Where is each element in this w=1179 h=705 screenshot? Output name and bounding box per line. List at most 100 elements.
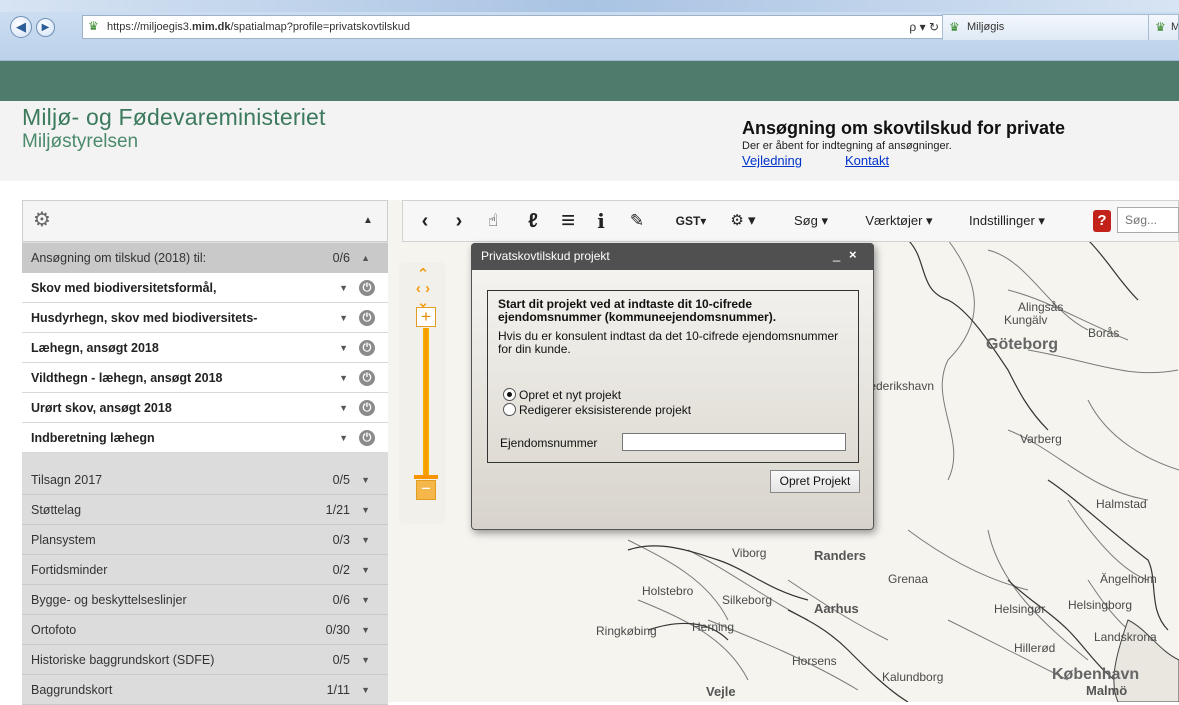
layer-item[interactable]: Vildthegn - læhegn, ansøgt 2018 ▼ ⏻ (22, 363, 388, 393)
radio-new-project[interactable]: Opret et nyt projekt (503, 388, 621, 402)
layer-count: 0/6 (332, 593, 350, 607)
layer-group-header[interactable]: Ansøgning om tilskud (2018) til: 0/6 ▲ (22, 243, 388, 273)
zoom-out-button[interactable]: − (416, 480, 436, 500)
user-info-icon[interactable]: ℓ (521, 201, 545, 241)
caret-down-icon[interactable]: ▼ (339, 423, 348, 453)
browser-tab[interactable]: ♛ Milj (1148, 14, 1179, 40)
info-icon[interactable]: i (591, 201, 611, 241)
caret-down-icon[interactable]: ▼ (361, 525, 370, 555)
forward-arrow-icon[interactable]: ▶ (36, 18, 55, 37)
layer-list-icon[interactable]: ≡ (556, 201, 580, 241)
map-label: Borås (1088, 326, 1120, 340)
tools-menu[interactable]: Værktøjer ▾ (851, 201, 947, 241)
map-search-input[interactable] (1117, 207, 1179, 233)
power-toggle-icon[interactable]: ⏻ (359, 430, 375, 446)
radio-label: Opret et nyt projekt (519, 388, 622, 402)
contact-link[interactable]: Kontakt (845, 153, 889, 168)
map-label: Helsingør (994, 602, 1046, 616)
power-toggle-icon[interactable]: ⏻ (359, 370, 375, 386)
layer-group[interactable]: Ortofoto 0/30 ▼ (22, 615, 388, 645)
minimize-icon[interactable]: _ (833, 245, 845, 265)
layer-group-label: Tilsagn 2017 (31, 473, 103, 487)
layer-group[interactable]: Baggrundskort 1/11 ▼ (22, 675, 388, 705)
map-label: Hillerød (1014, 641, 1056, 655)
print-tools-icon[interactable]: ⚙ ▾ (721, 201, 765, 241)
layer-group[interactable]: Historiske baggrundskort (SDFE) 0/5 ▼ (22, 645, 388, 675)
layer-group-label: Fortidsminder (31, 563, 108, 577)
caret-down-icon[interactable]: ▼ (339, 333, 348, 363)
map-label: Herning (692, 620, 735, 634)
caret-down-icon[interactable]: ▼ (361, 615, 370, 645)
zoom-slider-track[interactable] (423, 328, 429, 478)
measure-pencil-icon[interactable]: ✎ (625, 201, 649, 241)
power-toggle-icon[interactable]: ⏻ (359, 340, 375, 356)
settings-menu[interactable]: Indstillinger ▾ (957, 201, 1057, 241)
guide-link[interactable]: Vejledning (742, 153, 802, 168)
layer-item[interactable]: Indberetning læhegn ▼ ⏻ (22, 423, 388, 453)
caret-down-icon[interactable]: ▼ (339, 273, 348, 303)
help-icon[interactable]: ? (1093, 210, 1111, 232)
caret-down-icon[interactable]: ▼ (361, 645, 370, 675)
layer-count: 0/6 (332, 251, 350, 265)
power-toggle-icon[interactable]: ⏻ (359, 400, 375, 416)
close-icon[interactable]: × (849, 245, 863, 265)
map-label: København (1052, 666, 1140, 683)
address-bar[interactable]: ♛ https://miljoegis3.mim.dk/spatialmap?p… (82, 15, 946, 39)
caret-down-icon[interactable]: ▼ (339, 363, 348, 393)
url-prefix: https://miljoegis3. (107, 21, 192, 33)
map-label: Kungälv (1004, 313, 1048, 327)
page-subtitle: Der er åbent for indtegning af ansøgning… (742, 140, 952, 152)
search-menu[interactable]: Søg ▾ (783, 201, 839, 241)
address-search-refresh-icons[interactable]: ρ ▾ ↻ (909, 16, 939, 38)
gst-menu[interactable]: GST▾ (671, 201, 711, 241)
pan-hand-icon[interactable]: ☝ (481, 201, 505, 241)
layer-item[interactable]: Skov med biodiversitetsformål, ▼ ⏻ (22, 273, 388, 303)
layer-label: Læhegn, ansøgt 2018 (31, 341, 159, 355)
browser-tab-active[interactable]: ♛ Miljøgis (942, 14, 1150, 40)
radio-label: Redigerer eksisisterende projekt (519, 403, 692, 417)
caret-down-icon[interactable]: ▼ (339, 393, 348, 423)
caret-down-icon[interactable]: ▼ (339, 303, 348, 333)
caret-down-icon[interactable]: ▼ (361, 465, 370, 495)
layer-group[interactable]: Tilsagn 2017 0/5 ▼ (22, 465, 388, 495)
layer-group-label: Ansøgning om tilskud (2018) til: (31, 251, 207, 265)
layer-group-label: Bygge- og beskyttelseslinjer (31, 593, 187, 607)
tab-label: Miljøgis (967, 21, 1005, 33)
caret-down-icon[interactable]: ▼ (361, 675, 370, 705)
layer-count: 0/30 (325, 623, 350, 637)
layer-item[interactable]: Læhegn, ansøgt 2018 ▼ ⏻ (22, 333, 388, 363)
previous-extent-icon[interactable]: ‹ (415, 201, 435, 241)
create-project-button[interactable]: Opret Projekt (770, 470, 860, 493)
next-extent-icon[interactable]: › (449, 201, 469, 241)
zoom-in-button[interactable]: + (416, 307, 436, 327)
map-label: Helsingborg (1068, 598, 1133, 612)
caret-up-icon[interactable]: ▲ (361, 243, 370, 273)
power-toggle-icon[interactable]: ⏻ (359, 310, 375, 326)
dialog-title[interactable]: Privatskovtilskud projekt (471, 243, 874, 270)
map-label: Holstebro (642, 584, 694, 598)
back-arrow-icon[interactable]: ◀ (10, 16, 32, 38)
radio-edit-project[interactable]: Redigerer eksisisterende projekt (503, 403, 691, 417)
page-title: Ansøgning om skovtilskud for private (742, 118, 1066, 138)
layer-panel-header (22, 200, 388, 242)
layer-label: Indberetning læhegn (31, 431, 155, 445)
radio-button-selected[interactable] (503, 388, 516, 401)
layer-group[interactable]: Bygge- og beskyttelseslinjer 0/6 ▼ (22, 585, 388, 615)
pan-arrows-icon[interactable]: ⌃ ‹ › ⌄ (408, 267, 438, 310)
layer-item[interactable]: Husdyrhegn, skov med biodiversitets- ▼ ⏻ (22, 303, 388, 333)
layer-group[interactable]: Plansystem 0/3 ▼ (22, 525, 388, 555)
radio-button[interactable] (503, 403, 516, 416)
collapse-panel-icon[interactable]: ▲ (358, 209, 378, 233)
layer-group-label: Historiske baggrundskort (SDFE) (31, 653, 215, 667)
layer-group[interactable]: Fortidsminder 0/2 ▼ (22, 555, 388, 585)
property-number-input[interactable] (622, 433, 846, 451)
layer-item[interactable]: Urørt skov, ansøgt 2018 ▼ ⏻ (22, 393, 388, 423)
power-toggle-icon[interactable]: ⏻ (359, 280, 375, 296)
caret-down-icon[interactable]: ▼ (361, 585, 370, 615)
map-label: Ängelholm (1100, 572, 1157, 586)
map-label: Ringkøbing (596, 624, 657, 638)
gear-icon[interactable]: ⚙ (30, 208, 54, 232)
caret-down-icon[interactable]: ▼ (361, 495, 370, 525)
caret-down-icon[interactable]: ▼ (361, 555, 370, 585)
layer-group[interactable]: Støttelag 1/21 ▼ (22, 495, 388, 525)
